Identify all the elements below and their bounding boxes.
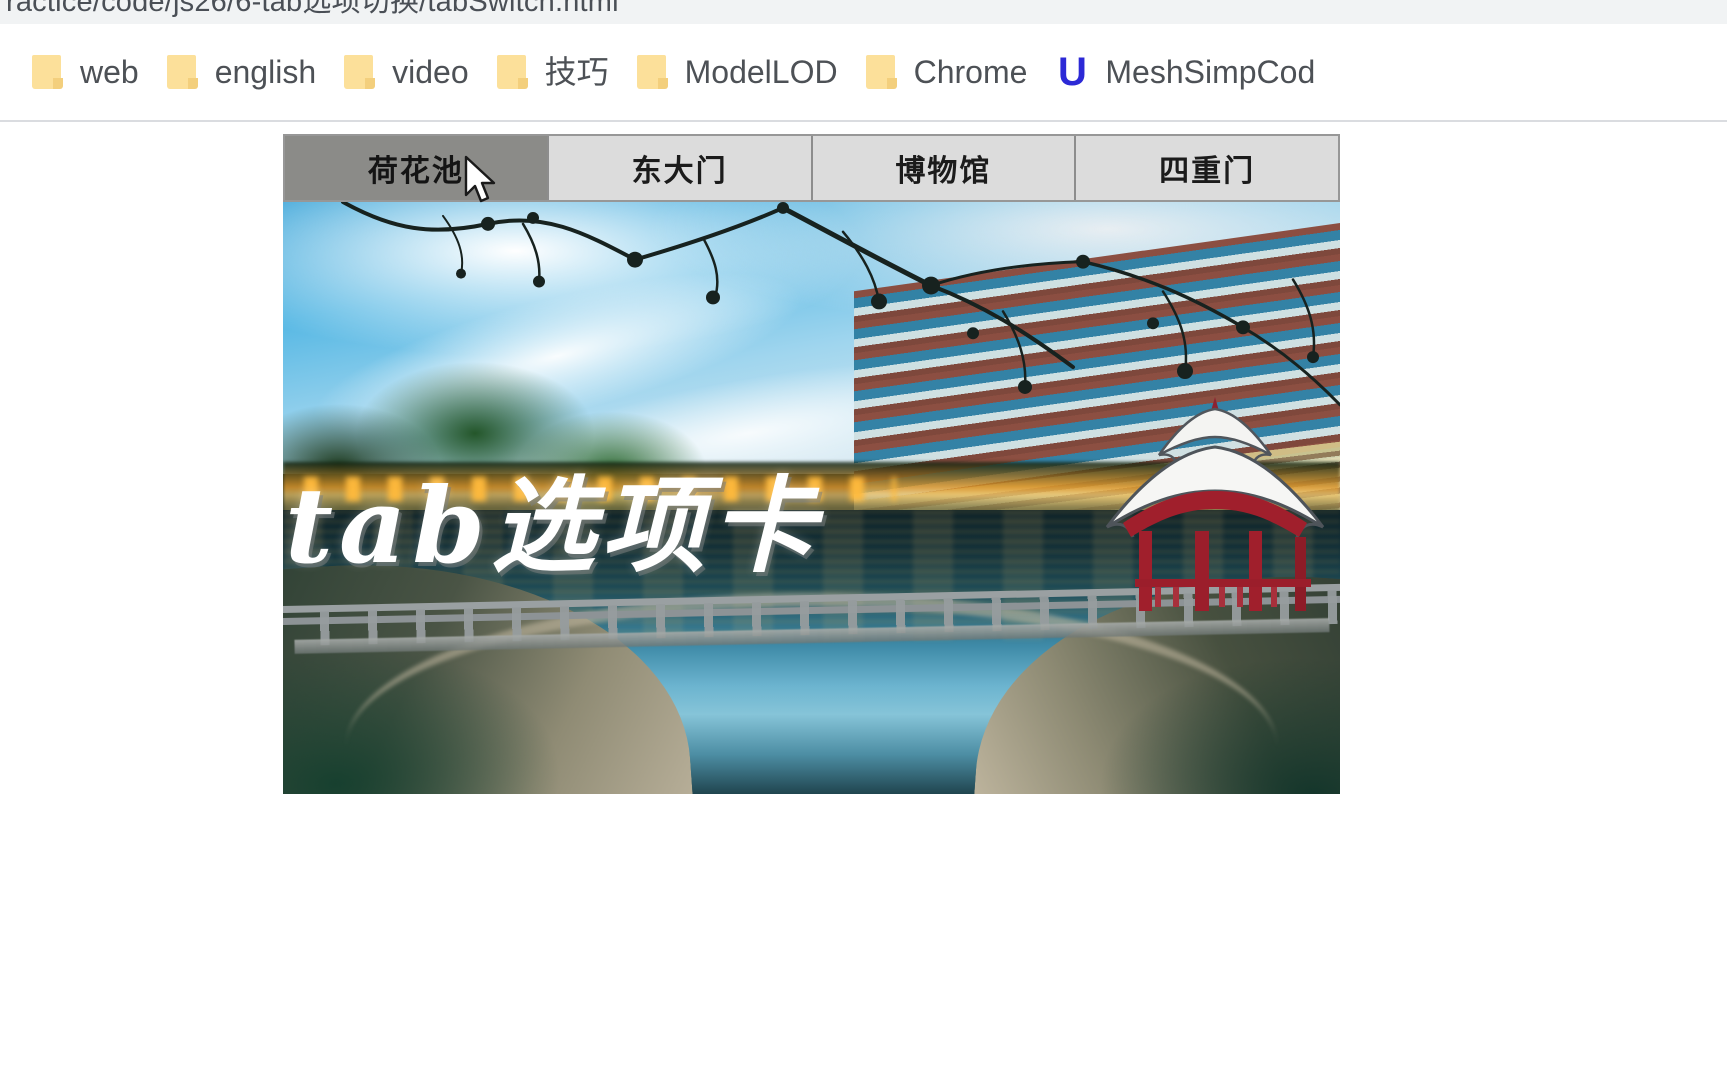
chrome-bottom-divider (0, 120, 1727, 122)
pagoda-icon (1106, 397, 1325, 612)
tab-bowuguan[interactable]: 博物馆 (812, 136, 1077, 200)
bookmark-label: video (392, 54, 469, 90)
tab-sizhongmen[interactable]: 四重门 (1076, 136, 1338, 200)
tab-hehuachi[interactable]: 荷花池 (285, 136, 549, 200)
folder-icon (636, 55, 668, 89)
folder-icon (32, 55, 63, 89)
bookmarks-bar: web english video 技巧 ModelLOD Chrome U M… (0, 24, 1727, 120)
folder-icon (496, 55, 528, 89)
bookmark-label: ModelLOD (684, 54, 838, 90)
bookmark-modellod[interactable]: ModelLOD (623, 41, 852, 103)
bookmark-label: 技巧 (544, 54, 609, 90)
folder-icon (865, 55, 897, 89)
tab-widget: 荷花池 东大门 博物馆 四重门 tab选项卡 (283, 134, 1340, 794)
shore-lights (304, 477, 897, 501)
bookmark-label: english (214, 54, 317, 90)
browser-chrome: ractice/code/js26/6-tab选项切换/tabSwitch.ht… (0, 0, 1727, 124)
omnibox-bar[interactable]: ractice/code/js26/6-tab选项切换/tabSwitch.ht… (0, 0, 1727, 24)
bookmark-english[interactable]: english (153, 41, 330, 103)
tab-panel-hehuachi: tab选项卡 (283, 202, 1340, 794)
omnibox-url-text[interactable]: ractice/code/js26/6-tab选项切换/tabSwitch.ht… (6, 0, 619, 20)
tab-label: 东大门 (631, 155, 728, 188)
tab-label: 四重门 (1159, 155, 1256, 188)
bookmark-web[interactable]: web (18, 41, 153, 103)
tab-label: 荷花池 (367, 155, 464, 188)
tab-dongdamen[interactable]: 东大门 (548, 136, 813, 200)
bookmark-chrome[interactable]: Chrome (852, 41, 1042, 103)
bookmark-label: web (80, 54, 139, 90)
tab-strip: 荷花池 东大门 博物馆 四重门 (283, 134, 1340, 202)
bookmark-meshsimpcode[interactable]: U MeshSimpCod (1041, 41, 1329, 103)
bookmark-video[interactable]: video (330, 41, 483, 103)
bookmark-label: Chrome (913, 54, 1028, 90)
folder-icon (166, 55, 198, 89)
tab-label: 博物馆 (895, 155, 992, 188)
bookmark-label: MeshSimpCod (1105, 54, 1316, 90)
bookmark-jiqiao[interactable]: 技巧 (483, 41, 623, 103)
pond-photo: tab选项卡 (283, 202, 1340, 794)
folder-icon (344, 55, 376, 89)
page-viewport: 荷花池 东大门 博物馆 四重门 tab选项卡 (0, 124, 1727, 1080)
u-letter-icon: U (1057, 50, 1087, 94)
